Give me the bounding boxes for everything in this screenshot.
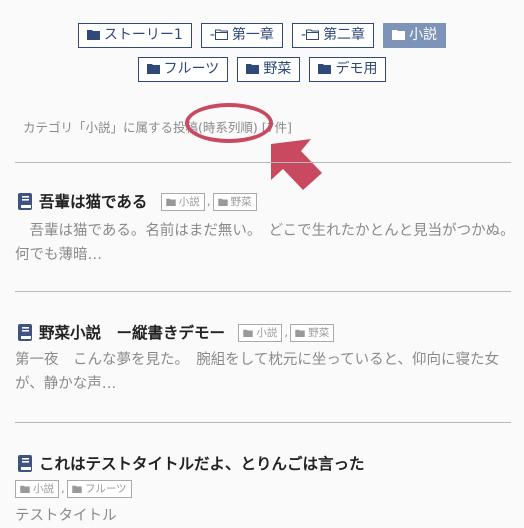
tag-vegetables[interactable]: 野菜 [290,324,335,342]
divider [15,422,511,423]
folder-filled-icon [243,326,254,342]
post-excerpt: 第一夜 こんな夢を見た。 腕組をして枕元に坐っていると、仰向に寝た女が、静かな声… [15,352,500,392]
book-icon [18,455,33,476]
post-title-link[interactable]: 野菜小説 ー縦書きデモー [39,324,225,342]
folder-filled-icon [295,326,305,342]
post-title-link[interactable]: 吾輩は猫である [39,193,147,211]
post-title-link[interactable]: これはテストタイトルだよ、とりんごは言った [39,455,365,473]
post-excerpt: 吾輩は猫である。名前はまだ無い。 どこで生れたかとんと見当がつかぬ。何でも薄暗… [15,223,515,263]
folder-filled-icon [20,482,30,498]
divider [15,162,511,163]
post-title-row: 野菜小説 ー縦書きデモー 小説, 野菜 [18,321,335,345]
post-excerpt: テストタイトル [15,508,117,524]
divider [15,291,511,292]
folder-filled-icon [217,195,228,211]
post-tags: 小説, フルーツ [15,479,132,498]
tag-novel[interactable]: 小説 [238,324,283,342]
tag-novel[interactable]: 小説 [15,480,59,498]
tag-fruits[interactable]: フルーツ [66,480,132,498]
folder-filled-icon [166,195,176,211]
tag-novel[interactable]: 小説 [160,193,205,211]
post-title-row: 吾輩は猫である 小説, 野菜 [18,190,257,214]
folder-filled-icon [72,482,82,498]
tag-vegetables[interactable]: 野菜 [212,193,257,211]
post-title-row: これはテストタイトルだよ、とりんごは言った [18,452,365,476]
book-icon [18,324,33,345]
book-icon [18,193,33,214]
